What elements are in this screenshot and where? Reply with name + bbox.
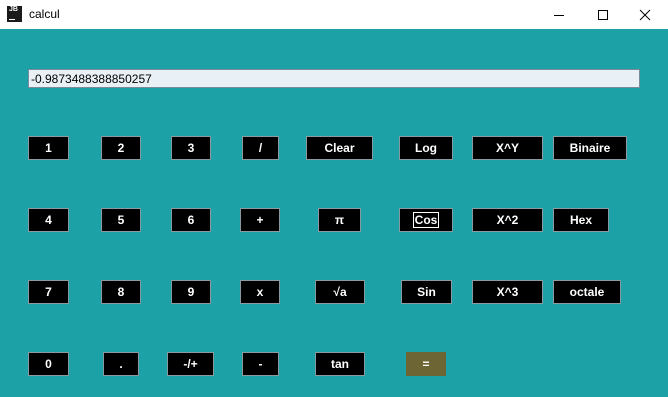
maximize-button[interactable] [580, 0, 626, 29]
square-button[interactable]: X^2 [472, 208, 543, 232]
decimal-point-button[interactable]: . [103, 352, 139, 376]
digit-4-button[interactable]: 4 [28, 208, 69, 232]
power-xy-button[interactable]: X^Y [472, 136, 543, 160]
clear-button[interactable]: Clear [306, 136, 373, 160]
pi-button[interactable]: π [318, 208, 361, 232]
cos-button[interactable]: Cos [399, 208, 453, 232]
title-bar: JB calcul [0, 0, 668, 29]
digit-3-button[interactable]: 3 [171, 136, 211, 160]
digit-7-button[interactable]: 7 [28, 280, 69, 304]
app-icon: JB [7, 6, 22, 22]
sqrt-button[interactable]: √a [315, 280, 365, 304]
close-button[interactable] [622, 0, 668, 29]
maximize-icon [598, 9, 608, 20]
minus-button[interactable]: - [242, 352, 279, 376]
digit-0-button[interactable]: 0 [28, 352, 69, 376]
app-icon-label: JB [9, 6, 18, 13]
divide-button[interactable]: / [242, 136, 279, 160]
tan-button[interactable]: tan [315, 352, 365, 376]
close-icon [639, 9, 651, 20]
digit-6-button[interactable]: 6 [171, 208, 211, 232]
multiply-button[interactable]: x [240, 280, 280, 304]
cube-button[interactable]: X^3 [472, 280, 543, 304]
minimize-icon [554, 14, 564, 16]
sin-button[interactable]: Sin [401, 280, 452, 304]
digit-5-button[interactable]: 5 [101, 208, 141, 232]
digit-9-button[interactable]: 9 [171, 280, 211, 304]
binary-button[interactable]: Binaire [553, 136, 627, 160]
log-button[interactable]: Log [399, 136, 453, 160]
window-title: calcul [29, 7, 60, 21]
hex-button[interactable]: Hex [553, 208, 609, 232]
minimize-button[interactable] [536, 0, 582, 29]
octal-button[interactable]: octale [553, 280, 621, 304]
digit-1-button[interactable]: 1 [28, 136, 69, 160]
negate-button[interactable]: -/+ [167, 352, 214, 376]
equals-button[interactable]: = [406, 352, 446, 376]
plus-button[interactable]: + [240, 208, 280, 232]
digit-8-button[interactable]: 8 [101, 280, 141, 304]
digit-2-button[interactable]: 2 [101, 136, 141, 160]
result-display[interactable] [28, 69, 640, 88]
